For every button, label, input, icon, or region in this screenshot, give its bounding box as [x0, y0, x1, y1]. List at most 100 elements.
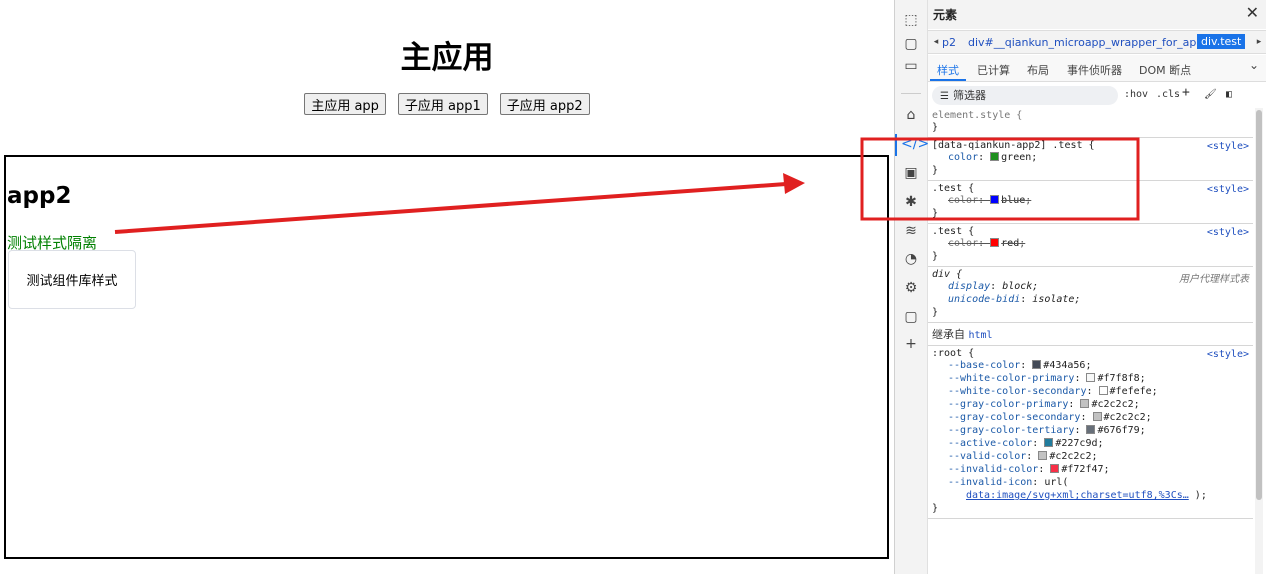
devtools-titlebar: 元素 ✕ — [928, 0, 1266, 29]
device-emulation-icon[interactable]: ▢ — [901, 34, 921, 54]
css-rule-qiankun-test: [data-qiankun-app2] .test { <style> colo… — [928, 138, 1253, 181]
css-variable-declaration[interactable]: --gray-color-tertiary: #676f79; — [932, 424, 1250, 437]
css-variable-declaration[interactable]: --active-color: #227c9d; — [932, 437, 1250, 450]
chevron-down-icon[interactable]: ⌄ — [1249, 58, 1259, 72]
css-property: display — [948, 281, 991, 292]
color-swatch[interactable] — [1080, 399, 1090, 408]
toggle-sidebar-icon[interactable]: ◧ — [1226, 89, 1232, 100]
rule-declaration[interactable]: --invalid-icon: url( — [932, 476, 1250, 489]
rule-close-brace: } — [932, 251, 939, 262]
css-value: blue — [1001, 195, 1026, 206]
color-swatch[interactable] — [1086, 425, 1096, 434]
css-property: color — [948, 195, 979, 206]
network-icon[interactable]: ≋ — [901, 221, 921, 241]
nav-main-app-button[interactable]: 主应用 app — [304, 93, 386, 115]
inherited-label: 继承自 — [932, 328, 965, 341]
tab-dom-breakpoints[interactable]: DOM 断点 — [1139, 62, 1191, 78]
color-swatch[interactable] — [1038, 451, 1048, 460]
rule-selector[interactable]: element.style { — [932, 110, 1250, 121]
rule-source-link[interactable]: <style> — [1207, 349, 1249, 360]
rule-selector[interactable]: .test { — [932, 183, 1250, 194]
color-swatch[interactable] — [1032, 360, 1042, 369]
rule-declaration[interactable]: color: green; — [932, 151, 1250, 164]
more-tools-plus-icon[interactable]: + — [901, 334, 921, 354]
paint-brush-icon[interactable]: 🖌 — [1204, 89, 1217, 100]
application-icon[interactable]: ▢ — [901, 307, 921, 327]
css-property: --gray-color-primary — [948, 399, 1069, 410]
breadcrumb-item-selected[interactable]: div.test — [1197, 34, 1246, 49]
tab-styles[interactable]: 样式 — [937, 62, 959, 78]
tab-layout[interactable]: 布局 — [1027, 62, 1049, 78]
css-property: --gray-color-tertiary — [948, 425, 1075, 436]
tab-event-listeners[interactable]: 事件侦听器 — [1067, 62, 1122, 78]
tab-computed[interactable]: 已计算 — [977, 62, 1010, 78]
color-swatch[interactable] — [990, 238, 1000, 247]
new-rule-plus-icon[interactable]: + — [1182, 85, 1190, 100]
css-variable-declaration[interactable]: --gray-color-primary: #c2c2c2; — [932, 398, 1250, 411]
color-swatch[interactable] — [990, 152, 1000, 161]
root-variable-list: --base-color: #434a56; --white-color-prim… — [932, 359, 1250, 476]
color-swatch[interactable] — [1050, 464, 1060, 473]
css-rule-test-red: .test { <style> color: red; } — [928, 224, 1253, 267]
rule-source-link[interactable]: <style> — [1207, 141, 1249, 152]
nav-sub-app2-button[interactable]: 子应用 app2 — [499, 93, 590, 115]
rule-selector[interactable]: .test { — [932, 226, 1250, 237]
scrollbar-thumb[interactable] — [1256, 110, 1262, 500]
rule-declaration: unicode-bidi: isolate; — [948, 294, 1081, 305]
css-property: color — [948, 238, 979, 249]
css-value: block; — [1002, 281, 1039, 292]
hover-state-toggle[interactable]: :hov — [1124, 89, 1148, 100]
css-value: #227c9d; — [1055, 438, 1104, 449]
data-url-link[interactable]: data:image/svg+xml;charset=utf8,%3Cs… — [966, 490, 1189, 501]
css-property: --active-color — [948, 438, 1033, 449]
breadcrumb-item[interactable]: p2 — [942, 36, 956, 49]
elements-icon[interactable]: </> — [901, 134, 929, 154]
styles-scrollbar[interactable] — [1255, 108, 1263, 574]
css-variable-declaration[interactable]: --invalid-color: #f72f47; — [932, 463, 1250, 476]
css-variable-declaration[interactable]: --white-color-secondary: #fefefe; — [932, 385, 1250, 398]
breadcrumb-left-arrow-icon[interactable]: ◂ — [930, 34, 942, 50]
inherited-from-header: 继承自 html — [928, 323, 1253, 346]
devtools-pane: ⬚ ▢ ▭ ⌂ </> ▣ ✱ ≋ ◔ ⚙ ▢ + 元素 ✕ ◂ p2 div#… — [894, 0, 1266, 574]
user-agent-div-rule: div { 用户代理样式表 display: block; unicode-bi… — [928, 267, 1253, 323]
rule-selector[interactable]: :root { — [932, 348, 1250, 359]
rule-declaration-overridden[interactable]: color: red; — [932, 237, 1250, 250]
color-swatch[interactable] — [1044, 438, 1054, 447]
css-value: #f7f8f8; — [1097, 373, 1146, 384]
css-variable-declaration[interactable]: --gray-color-secondary: #c2c2c2; — [932, 411, 1250, 424]
css-variable-declaration[interactable]: --valid-color: #c2c2c2; — [932, 450, 1250, 463]
css-property: --invalid-icon — [948, 477, 1033, 488]
sources-debug-icon[interactable]: ✱ — [901, 192, 921, 212]
color-swatch[interactable] — [1086, 373, 1096, 382]
inspect-element-icon[interactable]: ⬚ — [901, 10, 921, 30]
class-toggle[interactable]: .cls — [1156, 89, 1180, 100]
css-value: green — [1001, 152, 1032, 163]
close-icon[interactable]: ✕ — [1246, 3, 1259, 22]
css-value: #c2c2c2; — [1049, 451, 1098, 462]
rule-declaration-overridden[interactable]: color: blue; — [932, 194, 1250, 207]
welcome-home-icon[interactable]: ⌂ — [901, 105, 921, 125]
nav-sub-app1-button[interactable]: 子应用 app1 — [397, 93, 488, 115]
color-swatch[interactable] — [990, 195, 1000, 204]
breadcrumb-item[interactable]: div#__qiankun_microapp_wrapper_for_app_2… — [968, 36, 1227, 49]
css-variable-declaration[interactable]: --base-color: #434a56; — [932, 359, 1250, 372]
component-lib-button[interactable]: 测试组件库样式 — [8, 250, 136, 309]
style-filter-input[interactable]: ☰ 筛选器 — [932, 86, 1118, 105]
elements-panel: 元素 ✕ ◂ p2 div#__qiankun_microapp_wrapper… — [928, 0, 1266, 574]
inherited-element-link[interactable]: html — [969, 330, 993, 341]
css-value: #f72f47; — [1061, 464, 1110, 475]
rule-source-link[interactable]: <style> — [1207, 227, 1249, 238]
dock-panel-icon[interactable]: ▭ — [901, 56, 921, 76]
rule-source-link[interactable]: <style> — [1207, 184, 1249, 195]
color-swatch[interactable] — [1098, 386, 1108, 395]
css-value: ); — [1194, 490, 1207, 501]
css-property: --white-color-primary — [948, 373, 1075, 384]
console-icon[interactable]: ▣ — [901, 163, 921, 183]
main-page: 主应用 主应用 app 子应用 app1 子应用 app2 app2 测试样式隔… — [0, 0, 894, 574]
breadcrumb-right-arrow-icon[interactable]: ▸ — [1253, 34, 1265, 50]
settings-gear-icon[interactable]: ⚙ — [901, 278, 921, 298]
color-swatch[interactable] — [1092, 412, 1102, 421]
css-variable-declaration[interactable]: --white-color-primary: #f7f8f8; — [932, 372, 1250, 385]
rule-selector[interactable]: [data-qiankun-app2] .test { — [932, 140, 1250, 151]
performance-icon[interactable]: ◔ — [901, 249, 921, 269]
